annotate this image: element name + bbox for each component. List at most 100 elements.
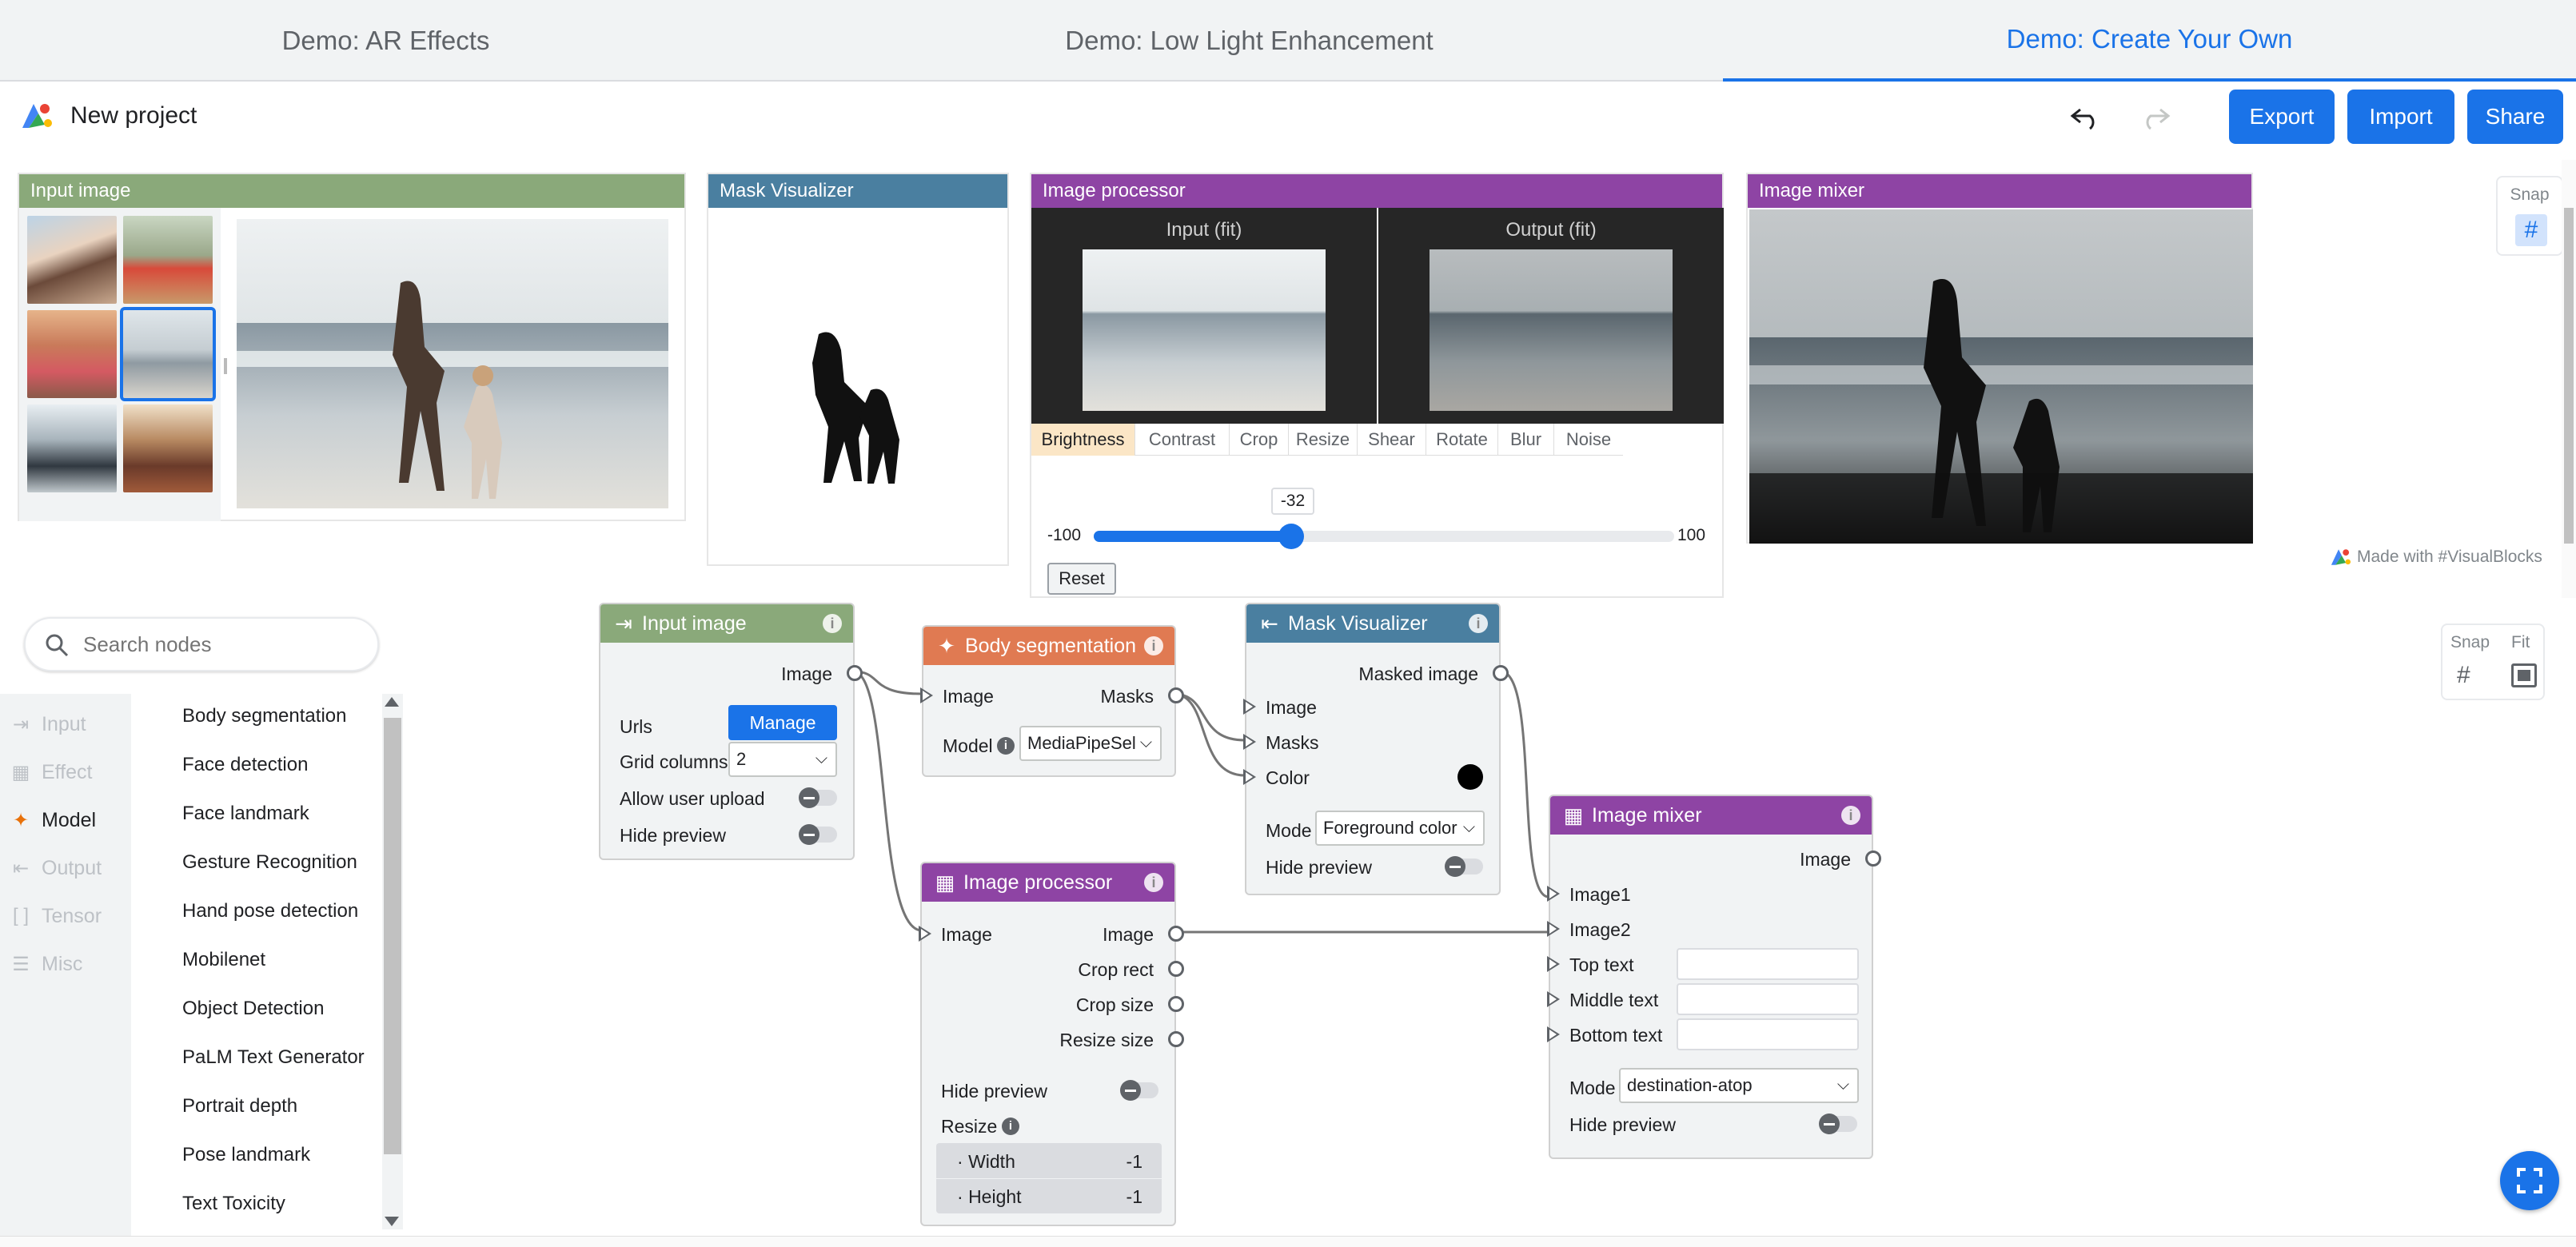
image-mixer-node-header[interactable]: ▦ Image mixer i <box>1550 796 1872 835</box>
info-icon[interactable]: i <box>1144 636 1163 655</box>
image-processor-node[interactable]: ▦ Image processor i Image Image Crop rec… <box>919 862 1184 1226</box>
image-thumbnail-selected[interactable] <box>120 307 216 401</box>
image-thumbnail[interactable] <box>27 310 117 398</box>
category-model[interactable]: ✦ Model <box>0 796 131 844</box>
node-list-scrollbar[interactable] <box>382 694 403 1229</box>
resize-handle[interactable] <box>224 358 227 374</box>
info-icon[interactable]: i <box>1144 873 1163 892</box>
allow-upload-toggle[interactable] <box>799 787 837 808</box>
input-image-node-header[interactable]: ⇥ Input image i <box>600 604 853 643</box>
image-mixer-node[interactable]: ▦ Image mixer i Image Image1 Image2 Top … <box>1547 795 1881 1159</box>
tab-brightness[interactable]: Brightness <box>1031 424 1135 456</box>
slider-thumb[interactable] <box>1278 524 1304 549</box>
color-input-port[interactable] <box>1243 769 1256 785</box>
image-input-port[interactable] <box>920 687 933 703</box>
info-icon[interactable]: i <box>997 737 1015 755</box>
image-output-port[interactable] <box>1865 851 1881 867</box>
image-thumbnail[interactable] <box>123 404 213 492</box>
category-tensor[interactable]: [ ] Tensor <box>0 892 131 940</box>
grid-snap-icon[interactable]: # <box>2457 662 2470 689</box>
top-text-input-port[interactable] <box>1547 956 1560 972</box>
hide-preview-toggle[interactable] <box>799 824 837 845</box>
image-processor-node-header[interactable]: ▦ Image processor i <box>922 863 1174 902</box>
export-button[interactable]: Export <box>2229 90 2335 144</box>
masked-image-output-port[interactable] <box>1493 665 1509 681</box>
mode-select[interactable]: destination-atop ⌵ <box>1619 1068 1859 1103</box>
reset-button[interactable]: Reset <box>1047 563 1116 595</box>
grid-columns-select[interactable]: 2 ⌵ <box>728 742 837 777</box>
image2-input-port[interactable] <box>1547 921 1560 937</box>
search-input[interactable] <box>82 619 369 670</box>
masks-output-port[interactable] <box>1168 687 1184 703</box>
crop-size-output-port[interactable] <box>1168 996 1184 1012</box>
info-icon[interactable]: i <box>1469 614 1488 633</box>
redo-icon[interactable] <box>2131 94 2179 142</box>
node-item-portrait-depth[interactable]: Portrait depth <box>182 1095 297 1118</box>
info-icon[interactable]: i <box>823 614 842 633</box>
tab-ar-effects[interactable]: Demo: AR Effects <box>0 0 772 82</box>
hide-preview-toggle[interactable] <box>1819 1114 1857 1134</box>
image1-input-port[interactable] <box>1547 886 1560 902</box>
node-item-object-detection[interactable]: Object Detection <box>182 998 324 1020</box>
category-output[interactable]: ⇤ Output <box>0 844 131 892</box>
image-input-port[interactable] <box>1243 699 1256 715</box>
tab-shear[interactable]: Shear <box>1358 424 1426 456</box>
node-item-body-segmentation[interactable]: Body segmentation <box>182 705 346 727</box>
info-icon[interactable]: i <box>1002 1118 1019 1135</box>
middle-text-input-port[interactable] <box>1547 991 1560 1007</box>
graph-canvas[interactable]: ⇥ Input image i Image Urls Manage Grid c… <box>404 598 2576 1247</box>
mask-visualizer-node[interactable]: ⇤ Mask Visualizer i Masked image Image M… <box>1243 603 1509 895</box>
fit-to-screen-icon[interactable] <box>2511 663 2537 687</box>
bottom-text-input-port[interactable] <box>1547 1026 1560 1042</box>
image-thumbnail[interactable] <box>123 216 213 304</box>
height-value[interactable]: -1 <box>1127 1186 1142 1208</box>
category-input[interactable]: ⇥ Input <box>0 700 131 748</box>
image-input-port[interactable] <box>919 926 931 942</box>
top-text-field[interactable] <box>1677 948 1859 980</box>
bottom-text-field[interactable] <box>1677 1018 1859 1050</box>
import-button[interactable]: Import <box>2347 90 2454 144</box>
mask-visualizer-node-header[interactable]: ⇤ Mask Visualizer i <box>1246 604 1499 643</box>
tab-rotate[interactable]: Rotate <box>1426 424 1498 456</box>
image-output-port[interactable] <box>1168 926 1184 942</box>
input-image-node[interactable]: ⇥ Input image i Image Urls Manage Grid c… <box>599 603 863 860</box>
manage-button[interactable]: Manage <box>728 705 837 740</box>
image-thumbnail[interactable] <box>27 404 117 492</box>
brightness-slider[interactable] <box>1094 524 1674 549</box>
fullscreen-button[interactable] <box>2500 1151 2559 1210</box>
width-value[interactable]: -1 <box>1127 1151 1142 1173</box>
crop-rect-output-port[interactable] <box>1168 961 1184 977</box>
tab-contrast[interactable]: Contrast <box>1135 424 1230 456</box>
bottom-scrollbar[interactable] <box>0 1236 2576 1247</box>
share-button[interactable]: Share <box>2467 90 2563 144</box>
project-name[interactable]: New project <box>70 102 197 129</box>
masks-input-port[interactable] <box>1243 734 1256 750</box>
hide-preview-toggle[interactable] <box>1120 1080 1158 1101</box>
category-misc[interactable]: ☰ Misc <box>0 940 131 988</box>
undo-icon[interactable] <box>2061 94 2109 142</box>
node-item-gesture-recognition[interactable]: Gesture Recognition <box>182 851 357 874</box>
node-item-mobilenet[interactable]: Mobilenet <box>182 949 265 971</box>
node-item-face-detection[interactable]: Face detection <box>182 754 308 776</box>
image-output-port[interactable] <box>847 665 863 681</box>
mode-select[interactable]: Foreground color ⌵ <box>1315 811 1485 846</box>
category-effect[interactable]: ▦ Effect <box>0 748 131 796</box>
preview-scrollbar[interactable] <box>2562 160 2576 598</box>
body-segmentation-node-header[interactable]: ✦ Body segmentation i <box>923 627 1174 665</box>
resize-size-output-port[interactable] <box>1168 1031 1184 1047</box>
grid-snap-icon[interactable]: # <box>2515 214 2547 246</box>
tab-low-light[interactable]: Demo: Low Light Enhancement <box>800 0 1699 82</box>
node-item-text-toxicity[interactable]: Text Toxicity <box>182 1193 285 1215</box>
tab-crop[interactable]: Crop <box>1230 424 1289 456</box>
tab-noise[interactable]: Noise <box>1554 424 1623 456</box>
node-item-hand-pose-detection[interactable]: Hand pose detection <box>182 900 358 922</box>
node-item-pose-landmark[interactable]: Pose landmark <box>182 1144 310 1166</box>
middle-text-field[interactable] <box>1677 983 1859 1015</box>
color-swatch[interactable] <box>1457 764 1483 790</box>
image-thumbnail[interactable] <box>27 216 117 304</box>
tab-create-your-own[interactable]: Demo: Create Your Own <box>1723 0 2576 82</box>
tab-resize[interactable]: Resize <box>1289 424 1358 456</box>
node-item-face-landmark[interactable]: Face landmark <box>182 803 309 825</box>
model-select[interactable]: MediaPipeSel ⌵ <box>1019 726 1162 761</box>
made-with-badge[interactable]: Made with #VisualBlocks <box>2328 545 2542 569</box>
